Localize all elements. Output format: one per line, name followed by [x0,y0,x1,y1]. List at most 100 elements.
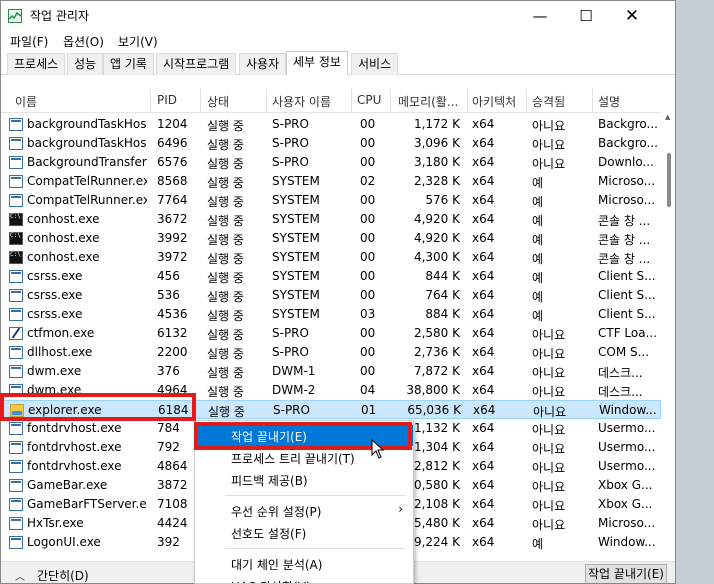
process-row[interactable]: CompatTelRunner.exe 7764 실행 중 SYSTEM 00 576 K… [1,191,661,210]
process-row[interactable]: csrss.exe 4536 실행 중 SYSTEM 03 884 K x64 예 Client… [1,305,661,324]
end-task-button[interactable]: 작업 끝내기(E) [585,564,667,583]
process-row[interactable]: conhost.exe 3992 실행 중 SYSTEM 00 4,920 K x64 예 콘솔… [1,229,661,248]
cell-desc: Xbox G... [598,497,653,511]
close-button[interactable]: ✕ [609,1,655,31]
context-menu-item[interactable]: 선호도 설정(F) [195,522,413,543]
cell-name: dllhost.exe [27,345,93,359]
cell-arch: x64 [472,307,495,321]
cell-user: SYSTEM [272,250,320,264]
cell-status: 실행 중 [207,195,244,209]
cell-status: 실행 중 [207,252,244,266]
cell-desc: Xbox G... [598,478,653,492]
scroll-up-arrow-icon[interactable]: ▲ [665,113,670,121]
column-header-architecture[interactable]: 아키텍처 [472,93,516,110]
column-header-cpu[interactable]: CPU [357,93,381,107]
cell-name: fontdrvhost.exe [27,440,122,454]
menu-view[interactable]: 보기(V) [118,33,158,50]
cell-mem: 4,300 K [413,250,460,264]
context-menu-item[interactable]: 피드백 제공(B) [195,469,413,490]
fewer-details-link[interactable]: 간단히(D) [37,567,89,583]
minimize-button[interactable]: — [517,1,563,31]
cell-status: 실행 중 [207,214,244,228]
cell-name: conhost.exe [27,250,100,264]
column-header-pid[interactable]: PID [157,93,177,107]
cell-desc: Backgro... [598,136,658,150]
cell-mem: 2,736 K [413,345,460,359]
mouse-cursor-icon [371,439,385,459]
column-header-memory[interactable]: 메모리(활... [398,93,458,110]
cell-name: conhost.exe [27,231,100,245]
menu-options[interactable]: 옵션(O) [63,33,104,50]
process-row[interactable]: backgroundTaskHos... 1204 실행 중 S-PRO 00 1,172… [1,115,661,134]
process-row[interactable]: dwm.exe 4964 실행 중 DWM-2 04 38,800 K x64 아니요 데스크.… [1,381,661,400]
cell-pid: 4964 [157,383,188,397]
cell-arch: x64 [472,478,495,492]
scrollbar-thumb[interactable] [667,153,671,207]
process-row[interactable]: BackgroundTransfer... 6576 실행 중 S-PRO 00 3,18… [1,153,661,172]
column-header-status[interactable]: 상태 [207,93,229,110]
column-header-elevated[interactable]: 승격됨 [532,93,565,110]
cell-user: S-PRO [272,155,309,169]
process-row[interactable]: conhost.exe 3972 실행 중 SYSTEM 00 4,300 K x64 예 콘솔… [1,248,661,267]
cell-cpu: 00 [360,193,376,207]
column-header-description[interactable]: 설명 [598,93,620,110]
menu-file[interactable]: 파일(F) [10,33,48,50]
cell-arch: x64 [472,155,495,169]
tab-app-history[interactable]: 앱 기록 [103,53,154,75]
app-window-icon [9,308,23,321]
cell-cpu: 00 [360,345,376,359]
context-menu-item-label: 대기 체인 분석(A) [231,558,323,572]
tab-processes[interactable]: 프로세스 [7,53,66,75]
cell-elev: 아니요 [532,499,566,513]
tab-details[interactable]: 세부 정보 [286,51,348,76]
maximize-button[interactable]: ☐ [563,1,609,31]
menu-separator [225,548,405,549]
cell-status: 실행 중 [207,119,244,133]
cell-name: csrss.exe [27,269,83,283]
cell-pid: 4864 [157,459,188,473]
cell-name: ctfmon.exe [27,326,95,340]
cell-elev: 아니요 [532,461,566,475]
process-row[interactable]: conhost.exe 3672 실행 중 SYSTEM 00 4,920 K x64 예 콘솔… [1,210,661,229]
pen-icon [9,327,23,340]
cell-mem: 65,036 K [407,403,461,417]
app-window-icon [9,498,23,511]
column-header-name[interactable]: 이름 [15,93,37,110]
cell-cpu: 00 [360,364,376,378]
cell-elev: 아니요 [532,385,566,399]
app-window-icon [9,441,23,454]
cell-name: HxTsr.exe [27,516,84,530]
process-row[interactable]: dwm.exe 376 실행 중 DWM-1 00 7,872 K x64 아니요 데스크... [1,362,661,381]
cell-mem: 844 K [425,269,460,283]
cell-arch: x64 [472,117,495,131]
console-icon [9,251,23,264]
vertical-scrollbar[interactable]: ▲ [663,113,675,561]
cell-status: 실행 중 [207,271,244,285]
column-header-user[interactable]: 사용자 이름 [272,93,331,110]
app-window-icon [9,536,23,549]
cell-arch: x64 [472,136,495,150]
process-row[interactable]: ctfmon.exe 6132 실행 중 S-PRO 00 2,580 K x64 아니요 CT… [1,324,661,343]
app-window-icon [9,194,23,207]
tab-performance[interactable]: 성능 [67,53,104,75]
context-menu-item[interactable]: 대기 체인 분석(A) [195,553,413,574]
cell-name: GameBar.exe [27,478,108,492]
process-row[interactable]: backgroundTaskHos... 6496 실행 중 S-PRO 00 3,096… [1,134,661,153]
cell-user: SYSTEM [272,307,320,321]
cell-user: SYSTEM [272,193,320,207]
context-menu-item[interactable]: 우선 순위 설정(P) › [195,500,413,521]
cell-elev: 예 [532,252,544,266]
context-menu-item[interactable]: UAC 가상화(V) [195,575,413,583]
process-row[interactable]: csrss.exe 536 실행 중 SYSTEM 00 764 K x64 예 Client … [1,286,661,305]
cell-mem: 764 K [425,288,460,302]
tab-startup[interactable]: 시작프로그램 [156,53,237,75]
process-row[interactable]: dllhost.exe 2200 실행 중 S-PRO 00 2,736 K x64 아니요 C… [1,343,661,362]
cell-arch: x64 [472,459,495,473]
process-row[interactable]: csrss.exe 456 실행 중 SYSTEM 00 844 K x64 예 Client … [1,267,661,286]
process-row[interactable]: CompatTelRunner.exe 8568 실행 중 SYSTEM 02 2,328… [1,172,661,191]
tab-services[interactable]: 서비스 [351,53,399,75]
tab-users[interactable]: 사용자 [239,53,287,75]
cell-pid: 3672 [157,212,188,226]
process-row[interactable]: explorer.exe 6184 실행 중 S-PRO 01 65,036 K x64 아니… [1,400,661,419]
chevron-up-icon[interactable]: ︿ [15,568,25,583]
